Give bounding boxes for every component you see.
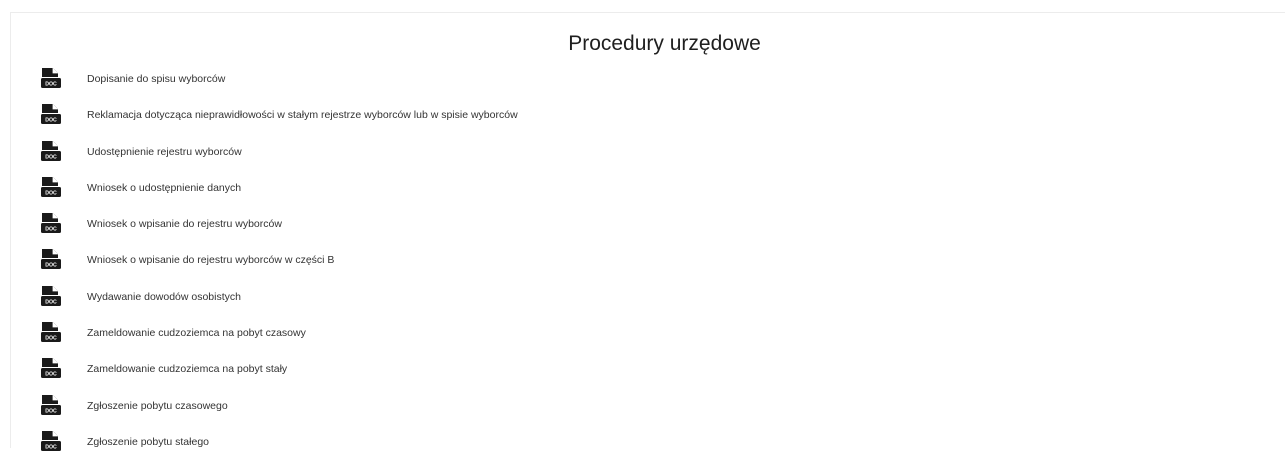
doc-file-icon[interactable]: DOC — [41, 67, 61, 89]
doc-file-icon[interactable]: DOC — [41, 321, 61, 343]
doc-file-icon[interactable]: DOC — [41, 248, 61, 270]
doc-file-icon[interactable]: DOC — [41, 140, 61, 162]
doc-file-icon[interactable]: DOC — [41, 394, 61, 416]
document-link[interactable]: Udostępnienie rejestru wyborców — [87, 146, 242, 158]
doc-file-icon[interactable]: DOC — [41, 103, 61, 125]
document-link[interactable]: Wydawanie dowodów osobistych — [87, 291, 241, 303]
document-link[interactable]: Zameldowanie cudzoziemca na pobyt stały — [87, 363, 287, 375]
doc-file-icon[interactable]: DOC — [41, 357, 61, 379]
doc-badge-label: DOC — [45, 81, 57, 87]
document-link[interactable]: Zgłoszenie pobytu stałego — [87, 436, 209, 448]
doc-badge-label: DOC — [45, 372, 57, 378]
documents-panel: Procedury urzędowe DOC Dopisanie do spis… — [10, 12, 1285, 451]
document-link[interactable]: Zgłoszenie pobytu czasowego — [87, 400, 228, 412]
doc-badge-label: DOC — [45, 190, 57, 196]
doc-file-icon[interactable]: DOC — [41, 430, 61, 452]
doc-badge-label: DOC — [45, 299, 57, 305]
doc-badge-label: DOC — [45, 118, 57, 124]
document-link[interactable]: Dopisanie do spisu wyborców — [87, 73, 225, 85]
page-title: Procedury urzędowe — [568, 32, 761, 55]
doc-file-icon[interactable]: DOC — [41, 212, 61, 234]
doc-badge-label: DOC — [45, 335, 57, 341]
document-link[interactable]: Reklamacja dotycząca nieprawidłowości w … — [87, 109, 518, 121]
doc-badge-label: DOC — [45, 444, 57, 450]
doc-badge-label: DOC — [45, 408, 57, 414]
document-link[interactable]: Zameldowanie cudzoziemca na pobyt czasow… — [87, 327, 306, 339]
doc-badge-label: DOC — [45, 154, 57, 160]
doc-file-icon[interactable]: DOC — [41, 176, 61, 198]
document-link[interactable]: Wniosek o wpisanie do rejestru wyborców — [87, 218, 282, 230]
doc-file-icon[interactable]: DOC — [41, 285, 61, 307]
document-link[interactable]: Wniosek o wpisanie do rejestru wyborców … — [87, 254, 334, 266]
doc-badge-label: DOC — [45, 226, 57, 232]
doc-badge-label: DOC — [45, 263, 57, 269]
document-link[interactable]: Wniosek o udostępnienie danych — [87, 182, 241, 194]
